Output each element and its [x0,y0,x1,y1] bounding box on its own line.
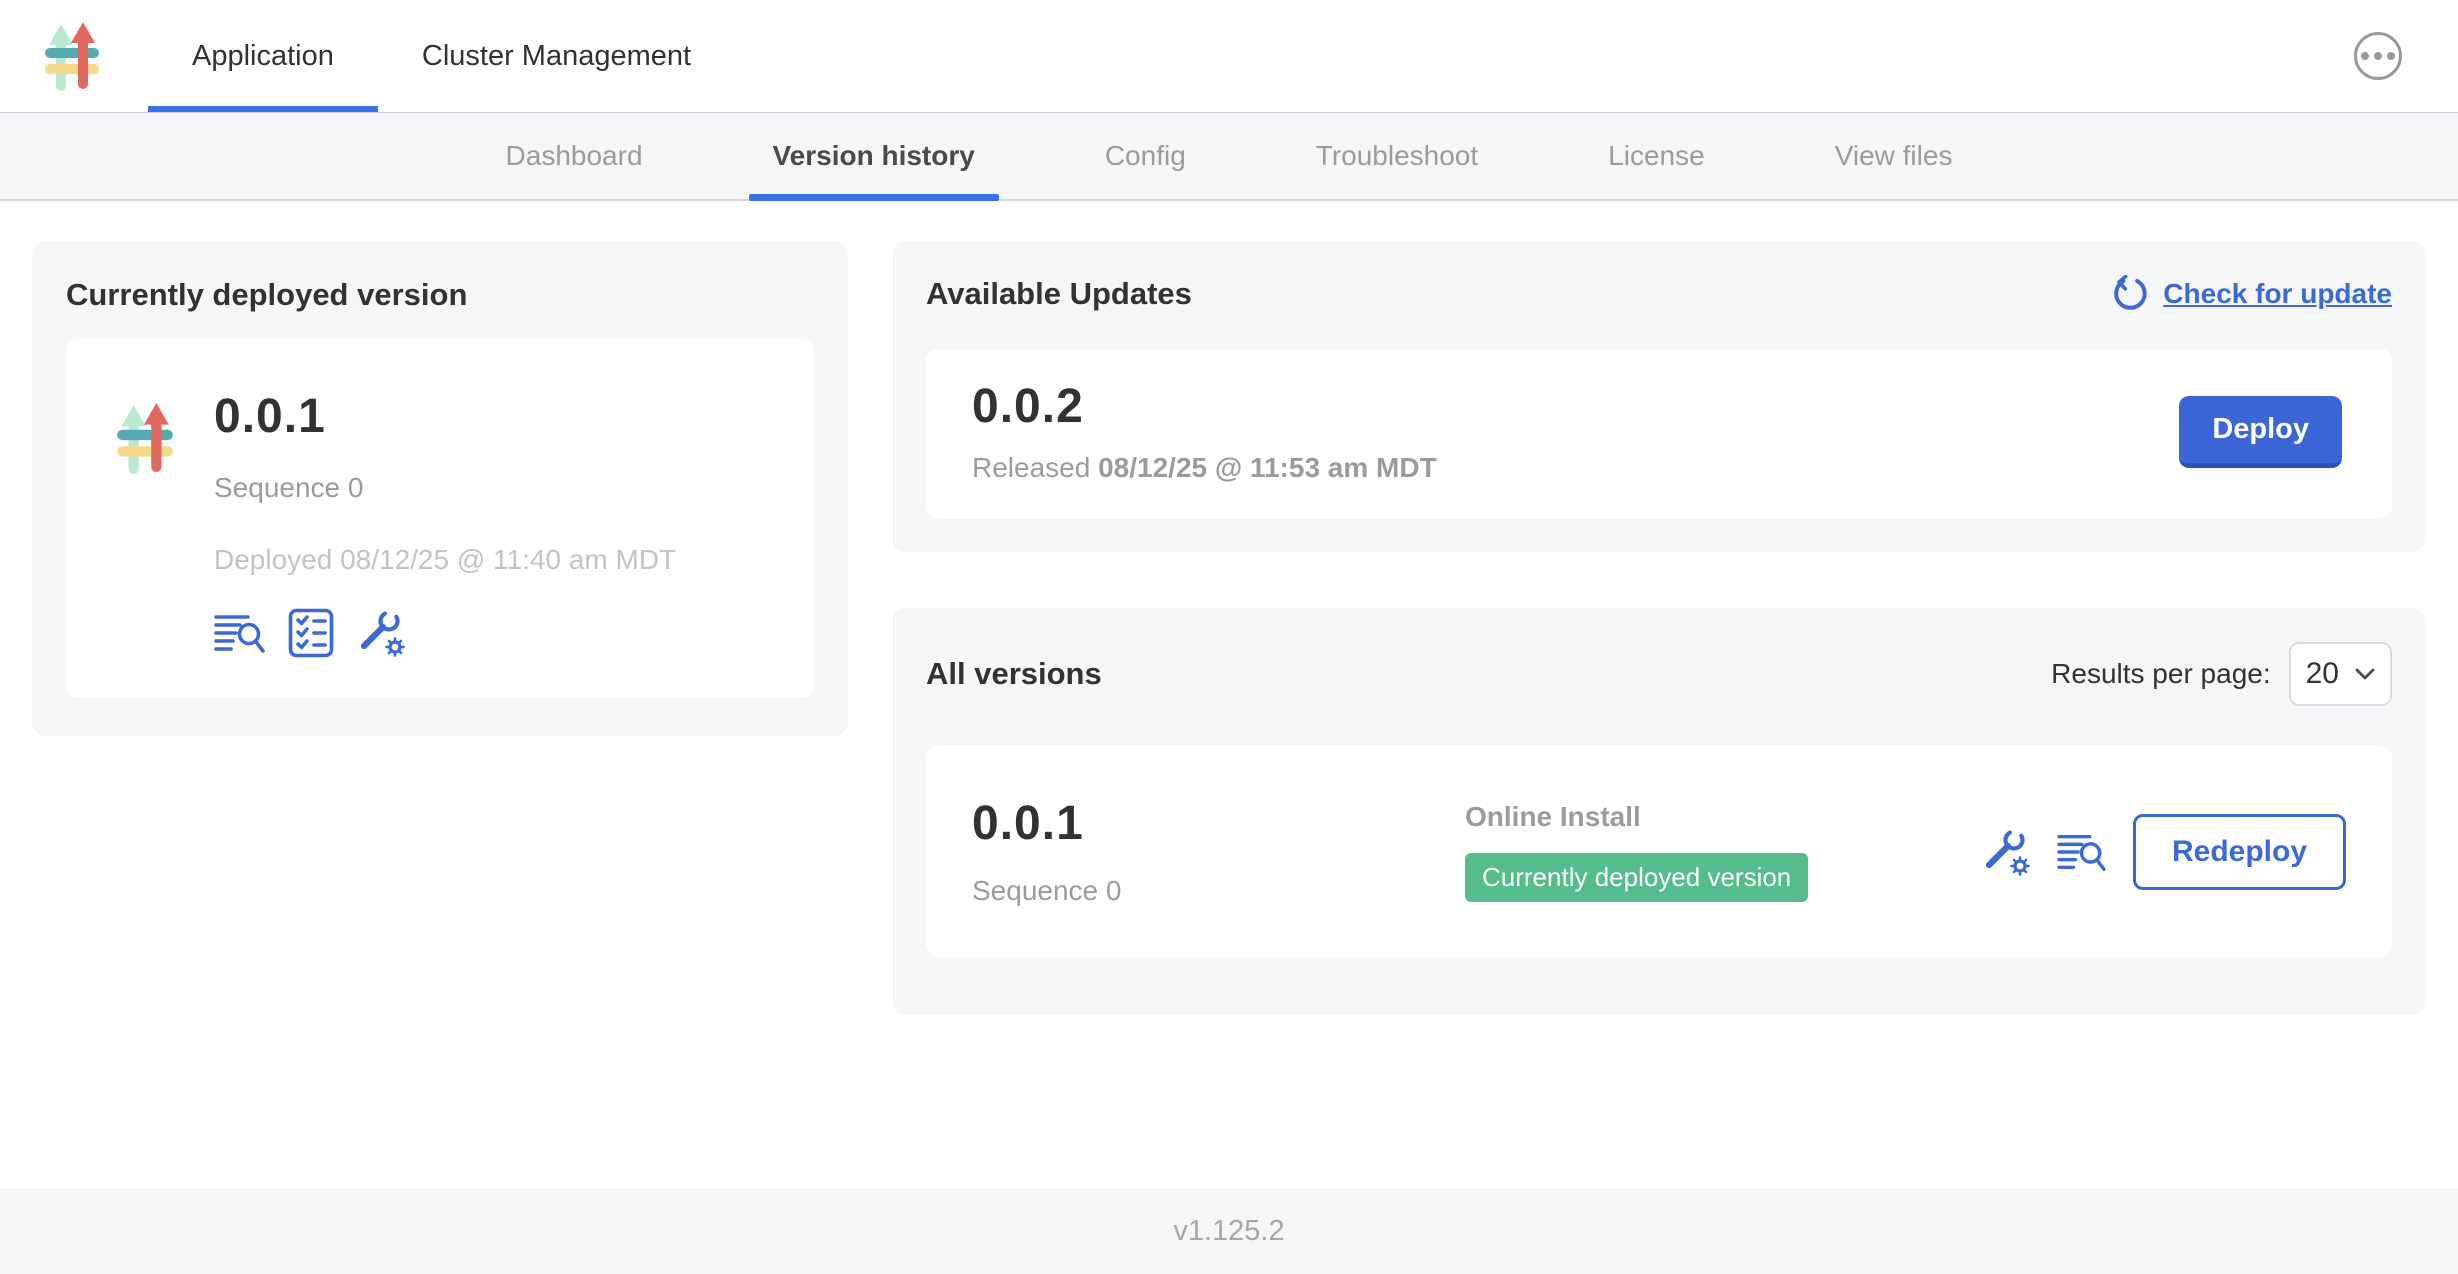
check-for-update-label: Check for update [2163,278,2392,310]
check-for-update-link[interactable]: Check for update [2111,275,2392,313]
app-arrows-logo-icon [40,20,104,92]
config-wrench-icon[interactable] [1981,827,2031,877]
diff-logs-icon[interactable] [214,610,266,656]
update-version-number: 0.0.2 [972,379,1437,434]
right-column: Available Updates Check for update 0.0.2… [892,241,2426,1015]
config-wrench-icon[interactable] [356,608,406,658]
top-header: Application Cluster Management [0,0,2458,113]
update-released-line: Released 08/12/25 @ 11:53 am MDT [972,452,1437,484]
currently-deployed-badge: Currently deployed version [1465,853,1808,902]
available-updates-header: Available Updates Check for update [926,275,2392,313]
deployed-version-number: 0.0.1 [214,389,676,444]
subnav-item-version-history[interactable]: Version history [773,113,975,199]
currently-deployed-title: Currently deployed version [66,277,814,313]
preflight-checklist-icon[interactable] [288,608,334,658]
subnav-item-license[interactable]: License [1608,113,1705,199]
ellipsis-menu-icon[interactable] [2354,32,2402,80]
released-timestamp: 08/12/25 @ 11:53 am MDT [1098,452,1437,483]
row-version-number: 0.0.1 [972,796,1465,851]
row-version-block: 0.0.1 Sequence 0 [972,796,1465,907]
redeploy-button[interactable]: Redeploy [2133,814,2346,890]
subnav-item-view-files[interactable]: View files [1835,113,1953,199]
update-info: 0.0.2 Released 08/12/25 @ 11:53 am MDT [972,379,1437,484]
header-right [2354,0,2458,112]
available-updates-title: Available Updates [926,276,1192,312]
app-arrows-logo-icon [112,393,178,483]
row-install-type: Online Install [1465,801,1808,833]
deployed-info: 0.0.1 Sequence 0 Deployed 08/12/25 @ 11:… [214,369,676,658]
row-sequence: Sequence 0 [972,875,1465,907]
results-per-page-label: Results per page: [2051,658,2270,690]
refresh-icon [2111,275,2149,313]
deploy-button[interactable]: Deploy [2179,396,2342,468]
results-per-page: Results per page: 20 [2051,642,2392,706]
app-subnav: Dashboard Version history Config Trouble… [0,113,2458,201]
row-actions: Redeploy [1981,814,2346,890]
app-footer: v1.125.2 [0,1188,2458,1274]
console-version: v1.125.2 [1173,1215,1284,1248]
chevron-down-icon [2355,668,2375,681]
results-per-page-value: 20 [2306,657,2339,691]
subnav-item-troubleshoot[interactable]: Troubleshoot [1316,113,1478,199]
deployed-action-icons [214,608,676,658]
deployed-timestamp: Deployed 08/12/25 @ 11:40 am MDT [214,544,676,576]
deployed-sequence: Sequence 0 [214,472,676,504]
tab-cluster-management[interactable]: Cluster Management [378,0,735,112]
row-status-block: Online Install Currently deployed versio… [1465,801,1808,902]
top-tabs: Application Cluster Management [148,0,735,112]
diff-logs-icon[interactable] [2057,830,2107,874]
version-row: 0.0.1 Sequence 0 Online Install Currentl… [926,746,2392,957]
released-prefix: Released [972,452,1098,483]
currently-deployed-card: 0.0.1 Sequence 0 Deployed 08/12/25 @ 11:… [66,339,814,698]
currently-deployed-panel: Currently deployed version 0.0.1 Sequenc… [32,241,848,736]
main-content: Currently deployed version 0.0.1 Sequenc… [0,201,2458,1188]
available-update-card: 0.0.2 Released 08/12/25 @ 11:53 am MDT D… [926,349,2392,518]
subnav-item-dashboard[interactable]: Dashboard [506,113,643,199]
results-per-page-select[interactable]: 20 [2289,642,2392,706]
available-updates-panel: Available Updates Check for update 0.0.2… [892,241,2426,552]
all-versions-title: All versions [926,656,1102,692]
all-versions-header: All versions Results per page: 20 [926,642,2392,706]
subnav-item-config[interactable]: Config [1105,113,1186,199]
all-versions-panel: All versions Results per page: 20 0.0.1 … [892,608,2426,1015]
tab-application[interactable]: Application [148,0,378,112]
